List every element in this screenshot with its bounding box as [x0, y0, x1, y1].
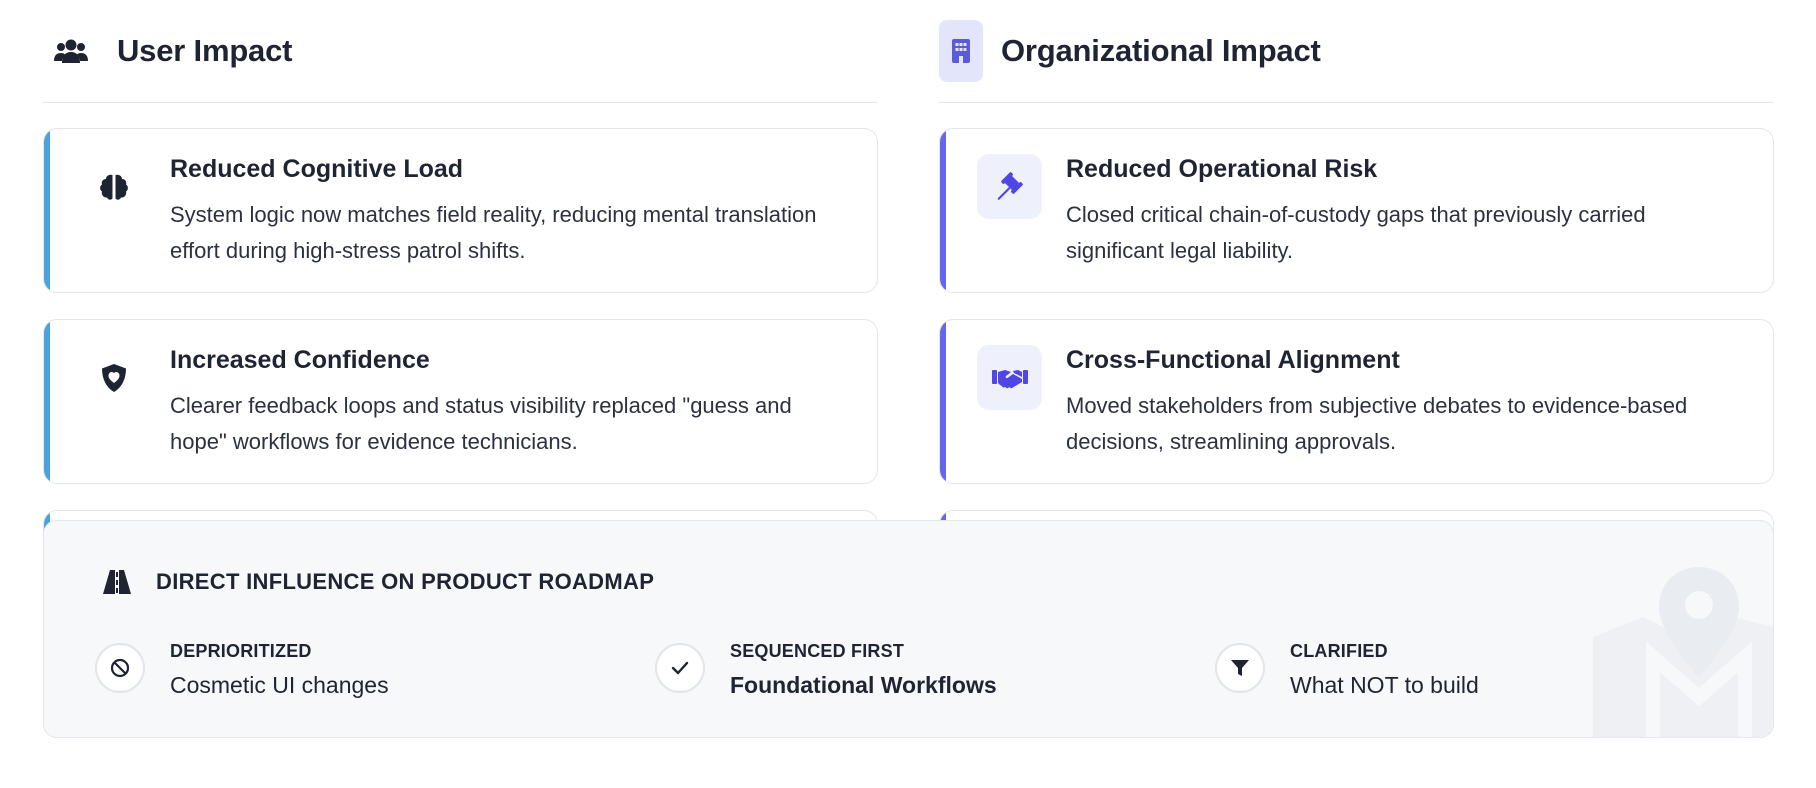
roadmap-item-label: SEQUENCED FIRST: [730, 641, 905, 661]
roadmap-item-clarified: CLARIFIED What NOT to build: [1215, 639, 1479, 699]
card-reduced-cognitive-load: Reduced Cognitive Load System logic now …: [43, 128, 878, 293]
roadmap-item-value: Cosmetic UI changes: [170, 672, 389, 698]
roadmap-title: DIRECT INFLUENCE ON PRODUCT ROADMAP: [156, 569, 655, 594]
card-title: Reduced Operational Risk: [1066, 155, 1378, 183]
ban-icon: [95, 643, 145, 693]
building-icon: [939, 20, 983, 82]
handshake-icon: [977, 345, 1042, 410]
roadmap-panel: DIRECT INFLUENCE ON PRODUCT ROADMAP DEPR…: [43, 520, 1774, 738]
card-description: Clearer feedback loops and status visibi…: [170, 393, 792, 454]
user-impact-column: User Impact Reduced Cognitive Load Syste…: [43, 0, 878, 570]
organizational-impact-title: Organizational Impact: [1001, 33, 1321, 68]
map-pin-icon: [1593, 567, 1773, 737]
roadmap-item-value: Foundational Workflows: [730, 672, 997, 698]
roadmap-item-sequenced-first: SEQUENCED FIRST Foundational Workflows: [655, 639, 997, 699]
organizational-impact-column: Organizational Impact Reduced Operationa…: [939, 0, 1774, 570]
roadmap-item-label: DEPRIORITIZED: [170, 641, 312, 661]
user-impact-header: User Impact: [43, 0, 878, 103]
check-icon: [655, 643, 705, 693]
card-cross-functional-alignment: Cross-Functional Alignment Moved stakeho…: [939, 319, 1774, 484]
card-description: Closed critical chain-of-custody gaps th…: [1066, 202, 1646, 263]
roadmap-item-value: What NOT to build: [1290, 672, 1479, 698]
gavel-icon: [977, 154, 1042, 219]
roadmap-item-deprioritized: DEPRIORITIZED Cosmetic UI changes: [95, 639, 389, 699]
user-impact-title: User Impact: [117, 33, 293, 68]
brain-icon: [81, 154, 146, 219]
card-reduced-operational-risk: Reduced Operational Risk Closed critical…: [939, 128, 1774, 293]
roadmap-item-label: CLARIFIED: [1290, 641, 1388, 661]
users-icon: [49, 20, 93, 82]
roadmap-header: DIRECT INFLUENCE ON PRODUCT ROADMAP: [102, 567, 654, 597]
card-description: Moved stakeholders from subjective debat…: [1066, 393, 1688, 454]
road-icon: [102, 567, 132, 597]
card-title: Increased Confidence: [170, 346, 430, 374]
filter-icon: [1215, 643, 1265, 693]
card-title: Reduced Cognitive Load: [170, 155, 464, 183]
card-title: Cross-Functional Alignment: [1066, 346, 1400, 374]
organizational-impact-header: Organizational Impact: [939, 0, 1774, 103]
shield-heart-icon: [81, 345, 146, 410]
card-increased-confidence: Increased Confidence Clearer feedback lo…: [43, 319, 878, 484]
card-description: System logic now matches field reality, …: [170, 202, 817, 263]
